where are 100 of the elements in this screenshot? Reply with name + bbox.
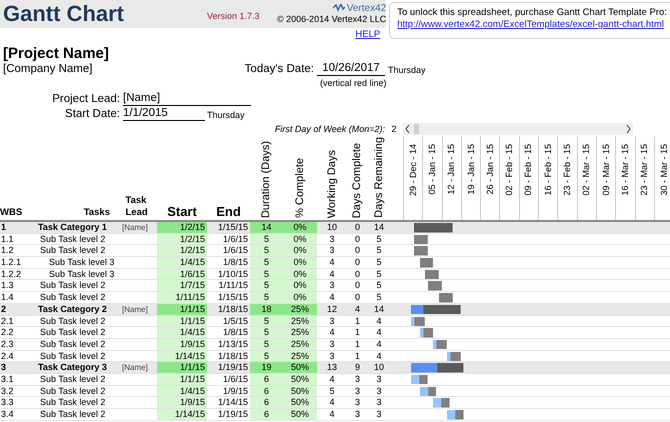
table-cell-text: 1/2/15 [178, 245, 206, 256]
table-cell-text: 1 [354, 338, 361, 350]
table-cell-text: 5 [262, 268, 270, 280]
table-cell-text: 1/15/15 [216, 292, 249, 304]
week-date-header: 09 - Feb - 15 [523, 144, 534, 196]
start-date-label: Start Date: [64, 107, 120, 121]
help-link[interactable]: HELP [355, 28, 380, 42]
table-cell-text: 1 [354, 316, 361, 326]
table-cell-text: 4 [328, 292, 336, 304]
gantt-scrollbar[interactable] [403, 122, 633, 134]
table-cell-text: Sub Task level 2 [39, 245, 106, 256]
gantt-bar [433, 398, 450, 408]
table-cell-text: Task Category 3 [38, 362, 108, 374]
gantt-bar [438, 293, 453, 303]
table-cell-text: Sub Task level 2 [39, 409, 106, 420]
table-cell-text: 3 [328, 234, 336, 245]
table-cell-text: 1/8/15 [222, 327, 249, 338]
table-cell-text: 3 [328, 350, 336, 362]
table-cell-text: 5 [328, 386, 336, 397]
table-cell-text: 4 [328, 257, 336, 268]
gantt-bar [414, 234, 428, 244]
project-lead-field[interactable]: [Name] [123, 91, 251, 106]
table-cell-text: 1/8/15 [222, 257, 249, 268]
purchase-link[interactable]: http://www.vertex42.com/ExcelTemplates/excel-gantt-chart.html [397, 19, 667, 31]
table-cell-text: [Name] [122, 362, 149, 374]
company-name: [Company Name] [2, 62, 94, 76]
table-cell-text: 1/19/15 [216, 362, 249, 374]
gantt-bar [425, 270, 439, 280]
table-cell-text: 4 [375, 327, 382, 338]
table-cell-text: 3 [354, 386, 361, 397]
table-cell-text: Sub Task level 2 [39, 350, 106, 362]
table-cell-text: Sub Task level 2 [39, 338, 106, 350]
column-header: Duration (Days) [260, 140, 273, 218]
scroll-thumb[interactable] [414, 124, 419, 134]
table-cell-text: 3 [328, 338, 336, 350]
table-cell-text: 6 [262, 397, 270, 408]
table-cell-text: 18 [260, 304, 272, 315]
table-cell-text: Sub Task level 2 [39, 280, 106, 292]
table-cell-text: 2.3 [0, 338, 15, 350]
gantt-bar [433, 340, 448, 350]
table-cell-text: 1 [354, 327, 361, 338]
week-start-value[interactable]: 2 [385, 122, 403, 134]
table-cell-text: 10 [372, 362, 385, 374]
table-cell-text: 3 [375, 409, 382, 420]
scroll-left-icon[interactable] [405, 124, 410, 132]
start-date-field[interactable]: 1/1/2015 [123, 106, 205, 121]
table-cell-text: Sub Task level 2 [39, 374, 106, 385]
gantt-bar [420, 328, 434, 338]
table-cell-text: 3.2 [0, 386, 15, 397]
table-cell-text: Sub Task level 2 [39, 397, 106, 408]
week-date-header: 09 - Mar - 15 [600, 144, 612, 196]
table-cell-text: 2.2 [0, 327, 15, 338]
table-cell-text: 0 [354, 222, 361, 233]
week-date-header: 02 - Mar - 15 [581, 144, 592, 196]
table-cell-text: 3 [375, 374, 382, 385]
table-cell-text: 25% [290, 338, 310, 350]
table-cell-text: 0% [292, 222, 308, 233]
todays-day: Thursday [388, 64, 426, 76]
notice-text: To unlock this spreadsheet, purchase Gantt Chart Template Pro: [397, 7, 667, 19]
table-cell-text: 1/19/15 [216, 409, 249, 420]
gantt-bar [420, 386, 436, 396]
table-cell-text: 1/18/15 [216, 350, 249, 362]
table-cell-text: 1/11/15 [174, 292, 206, 304]
table-cell-text: 1.4 [0, 292, 15, 304]
table-cell-text: 0% [292, 268, 308, 280]
table-cell-text: 4 [354, 304, 361, 315]
gantt-bar [414, 223, 453, 232]
table-cell-text: 14 [372, 304, 385, 315]
table-cell-text: 0% [292, 257, 308, 268]
table-cell-text: 25% [290, 350, 310, 362]
start-day: Thursday [207, 109, 245, 121]
week-date-header: 16 - Mar - 15 [620, 144, 631, 196]
table-cell-text: 1/1/15 [178, 362, 206, 374]
column-header: WBS [0, 207, 22, 219]
table-cell-text: 19 [260, 362, 272, 374]
table-cell-text: 1/4/15 [178, 257, 206, 268]
table-cell-text: 50% [290, 397, 310, 408]
table-cell-text: Sub Task level 3 [48, 268, 116, 280]
table-cell-text: 5 [262, 245, 270, 256]
table-cell-text: 25% [290, 304, 310, 315]
table-cell-text: 50% [290, 386, 310, 397]
table-cell-text: 3 [0, 362, 8, 374]
table-cell-text: 3.3 [0, 397, 15, 408]
table-cell-text: 4 [375, 316, 382, 326]
table-cell-text: 1/1/15 [178, 304, 206, 315]
gantt-bar [447, 410, 464, 420]
week-date-header: 12 - Jan - 15 [446, 144, 458, 195]
table-cell-text: 0 [354, 280, 361, 292]
week-date-header: 19 - Jan - 15 [466, 144, 477, 195]
week-date-header: 29 - Dec - 14 [408, 144, 419, 196]
table-cell-text: 6 [262, 386, 270, 397]
table-cell-text: 13 [326, 362, 338, 374]
table-cell-text: Sub Task level 2 [39, 327, 106, 338]
table-cell-text: Task Category 2 [38, 304, 108, 315]
scroll-right-icon[interactable] [626, 124, 631, 132]
table-cell-text: 5 [375, 257, 382, 268]
table-cell-text: 5 [262, 280, 270, 292]
todays-date-field[interactable]: 10/26/2017 [317, 61, 385, 76]
week-date-header: 30 - Mar - 15 [658, 144, 670, 196]
table-cell-text: 0 [354, 257, 361, 268]
